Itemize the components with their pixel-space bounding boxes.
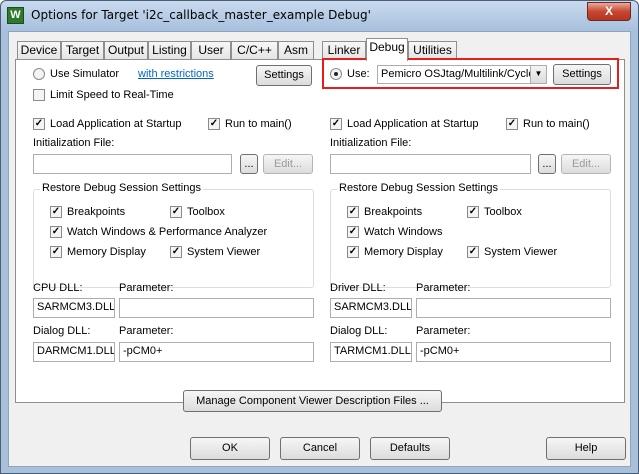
left-dialog-param-label: Parameter: xyxy=(119,325,174,337)
driver-settings-button[interactable]: Settings xyxy=(553,64,611,85)
right-restore-title: Restore Debug Session Settings xyxy=(337,182,500,194)
left-toolbox-label: Toolbox xyxy=(187,206,225,218)
chevron-down-icon[interactable]: ▼ xyxy=(530,66,546,83)
left-browse-button[interactable]: ... xyxy=(240,154,258,174)
tab-debug[interactable]: Debug xyxy=(366,38,408,61)
left-dialog-dll-input[interactable]: DARMCM1.DLL xyxy=(33,342,115,362)
help-button[interactable]: Help xyxy=(546,437,626,460)
window-title: Options for Target 'i2c_callback_master_… xyxy=(31,8,371,22)
left-init-file-label: Initialization File: xyxy=(33,137,115,149)
left-run-to-main-checkbox[interactable]: ✓ xyxy=(208,118,220,130)
cpu-param-input[interactable] xyxy=(119,298,314,318)
left-memory-label: Memory Display xyxy=(67,246,146,258)
right-breakpoints-label: Breakpoints xyxy=(364,206,423,218)
tab-target[interactable]: Target xyxy=(61,41,104,60)
left-watch-checkbox[interactable]: ✓ xyxy=(50,226,62,238)
right-toolbox-checkbox[interactable]: ✓ xyxy=(467,206,479,218)
left-breakpoints-label: Breakpoints xyxy=(67,206,126,218)
use-simulator-radio[interactable] xyxy=(33,68,45,80)
options-dialog: W Options for Target 'i2c_callback_maste… xyxy=(0,0,639,474)
right-watch-checkbox[interactable]: ✓ xyxy=(347,226,359,238)
dialog-client-area: Device Target Output Listing User C/C++ … xyxy=(8,31,631,467)
left-restore-title: Restore Debug Session Settings xyxy=(40,182,203,194)
tab-user[interactable]: User xyxy=(191,41,231,60)
right-dialog-param-label: Parameter: xyxy=(416,325,471,337)
use-driver-radio[interactable] xyxy=(330,68,342,80)
right-load-app-checkbox[interactable]: ✓ xyxy=(330,118,342,130)
left-sysviewer-checkbox[interactable]: ✓ xyxy=(170,246,182,258)
tab-asm[interactable]: Asm xyxy=(278,41,314,60)
right-load-app-label: Load Application at Startup xyxy=(347,118,479,130)
tab-device[interactable]: Device xyxy=(17,41,61,60)
left-load-app-checkbox[interactable]: ✓ xyxy=(33,118,45,130)
defaults-button[interactable]: Defaults xyxy=(370,437,450,460)
driver-dll-input[interactable]: SARMCM3.DLL xyxy=(330,298,412,318)
cpu-param-label: Parameter: xyxy=(119,282,174,294)
ok-button[interactable]: OK xyxy=(190,437,270,460)
cancel-button[interactable]: Cancel xyxy=(280,437,360,460)
right-breakpoints-checkbox[interactable]: ✓ xyxy=(347,206,359,218)
manage-component-viewer-button[interactable]: Manage Component Viewer Description File… xyxy=(183,390,442,412)
driver-dll-label: Driver DLL: xyxy=(330,282,386,294)
limit-speed-label: Limit Speed to Real-Time xyxy=(50,89,174,101)
keil-app-icon: W xyxy=(7,7,24,24)
simulator-settings-button[interactable]: Settings xyxy=(256,65,312,86)
right-init-file-label: Initialization File: xyxy=(330,137,412,149)
right-sysviewer-label: System Viewer xyxy=(484,246,558,258)
left-sysviewer-label: System Viewer xyxy=(187,246,261,258)
tab-output[interactable]: Output xyxy=(104,41,148,60)
limit-speed-checkbox[interactable] xyxy=(33,89,45,101)
right-run-to-main-checkbox[interactable]: ✓ xyxy=(506,118,518,130)
right-restore-group: Restore Debug Session Settings xyxy=(330,182,611,288)
with-restrictions-link[interactable]: with restrictions xyxy=(138,68,214,80)
driver-param-label: Parameter: xyxy=(416,282,471,294)
debug-driver-select[interactable]: Pemicro OSJtag/Multilink/Cyclo ▼ xyxy=(377,65,547,84)
use-driver-label: Use: xyxy=(347,68,370,80)
right-dialog-dll-label: Dialog DLL: xyxy=(330,325,388,337)
left-restore-group: Restore Debug Session Settings xyxy=(33,182,314,288)
left-memory-checkbox[interactable]: ✓ xyxy=(50,246,62,258)
driver-param-input[interactable] xyxy=(416,298,611,318)
right-memory-checkbox[interactable]: ✓ xyxy=(347,246,359,258)
left-dialog-dll-label: Dialog DLL: xyxy=(33,325,91,337)
left-toolbox-checkbox[interactable]: ✓ xyxy=(170,206,182,218)
debug-panel: Use Simulator with restrictions Settings… xyxy=(15,58,625,412)
left-watch-label: Watch Windows & Performance Analyzer xyxy=(67,226,268,238)
right-sysviewer-checkbox[interactable]: ✓ xyxy=(467,246,479,258)
debug-driver-value: Pemicro OSJtag/Multilink/Cyclo xyxy=(381,68,535,80)
use-simulator-label: Use Simulator xyxy=(50,68,120,80)
left-edit-button[interactable]: Edit... xyxy=(263,154,313,174)
left-init-file-input[interactable] xyxy=(33,154,232,174)
title-bar[interactable]: W Options for Target 'i2c_callback_maste… xyxy=(1,1,638,31)
right-init-file-input[interactable] xyxy=(330,154,531,174)
right-toolbox-label: Toolbox xyxy=(484,206,522,218)
tab-listing[interactable]: Listing xyxy=(148,41,191,60)
left-load-app-label: Load Application at Startup xyxy=(50,118,182,130)
right-run-to-main-label: Run to main() xyxy=(523,118,590,130)
right-dialog-param-input[interactable]: -pCM0+ xyxy=(416,342,611,362)
tab-c-cpp[interactable]: C/C++ xyxy=(231,41,278,60)
left-dialog-param-input[interactable]: -pCM0+ xyxy=(119,342,314,362)
close-button[interactable]: X xyxy=(587,2,631,21)
left-run-to-main-label: Run to main() xyxy=(225,118,292,130)
right-edit-button[interactable]: Edit... xyxy=(561,154,611,174)
left-breakpoints-checkbox[interactable]: ✓ xyxy=(50,206,62,218)
right-browse-button[interactable]: ... xyxy=(538,154,556,174)
cpu-dll-input[interactable]: SARMCM3.DLL xyxy=(33,298,115,318)
right-watch-label: Watch Windows xyxy=(364,226,443,238)
right-dialog-dll-input[interactable]: TARMCM1.DLL xyxy=(330,342,412,362)
right-memory-label: Memory Display xyxy=(364,246,443,258)
cpu-dll-label: CPU DLL: xyxy=(33,282,83,294)
